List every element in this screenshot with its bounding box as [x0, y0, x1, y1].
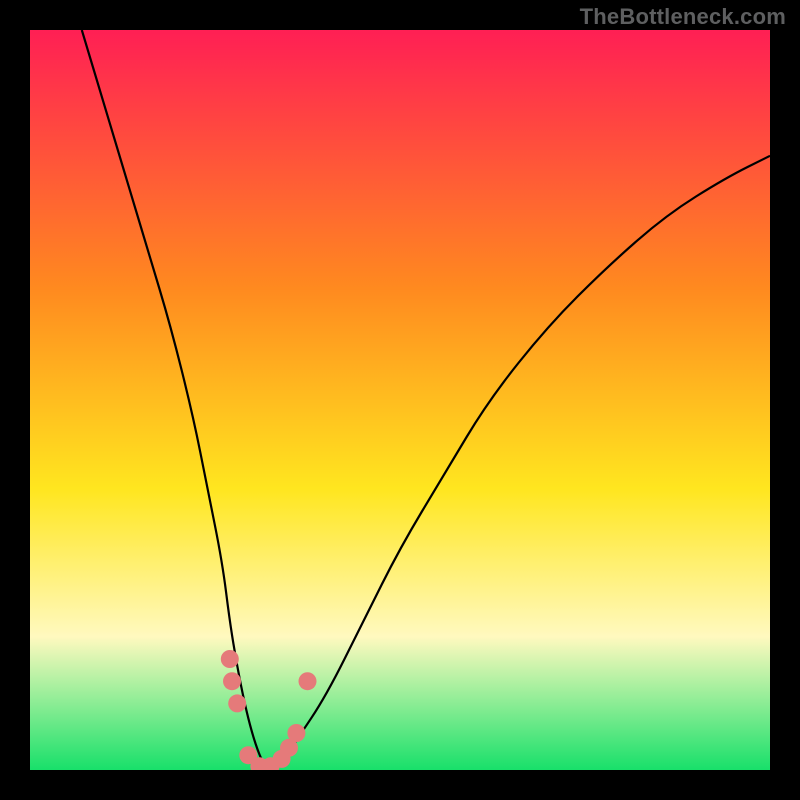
marker-dot [223, 672, 241, 690]
marker-dot [221, 650, 239, 668]
gradient-background [30, 30, 770, 770]
bottleneck-chart [0, 0, 800, 800]
marker-dot [299, 672, 317, 690]
chart-frame: { "watermark": "TheBottleneck.com", "cha… [0, 0, 800, 800]
marker-dot [228, 694, 246, 712]
marker-dot [287, 724, 305, 742]
